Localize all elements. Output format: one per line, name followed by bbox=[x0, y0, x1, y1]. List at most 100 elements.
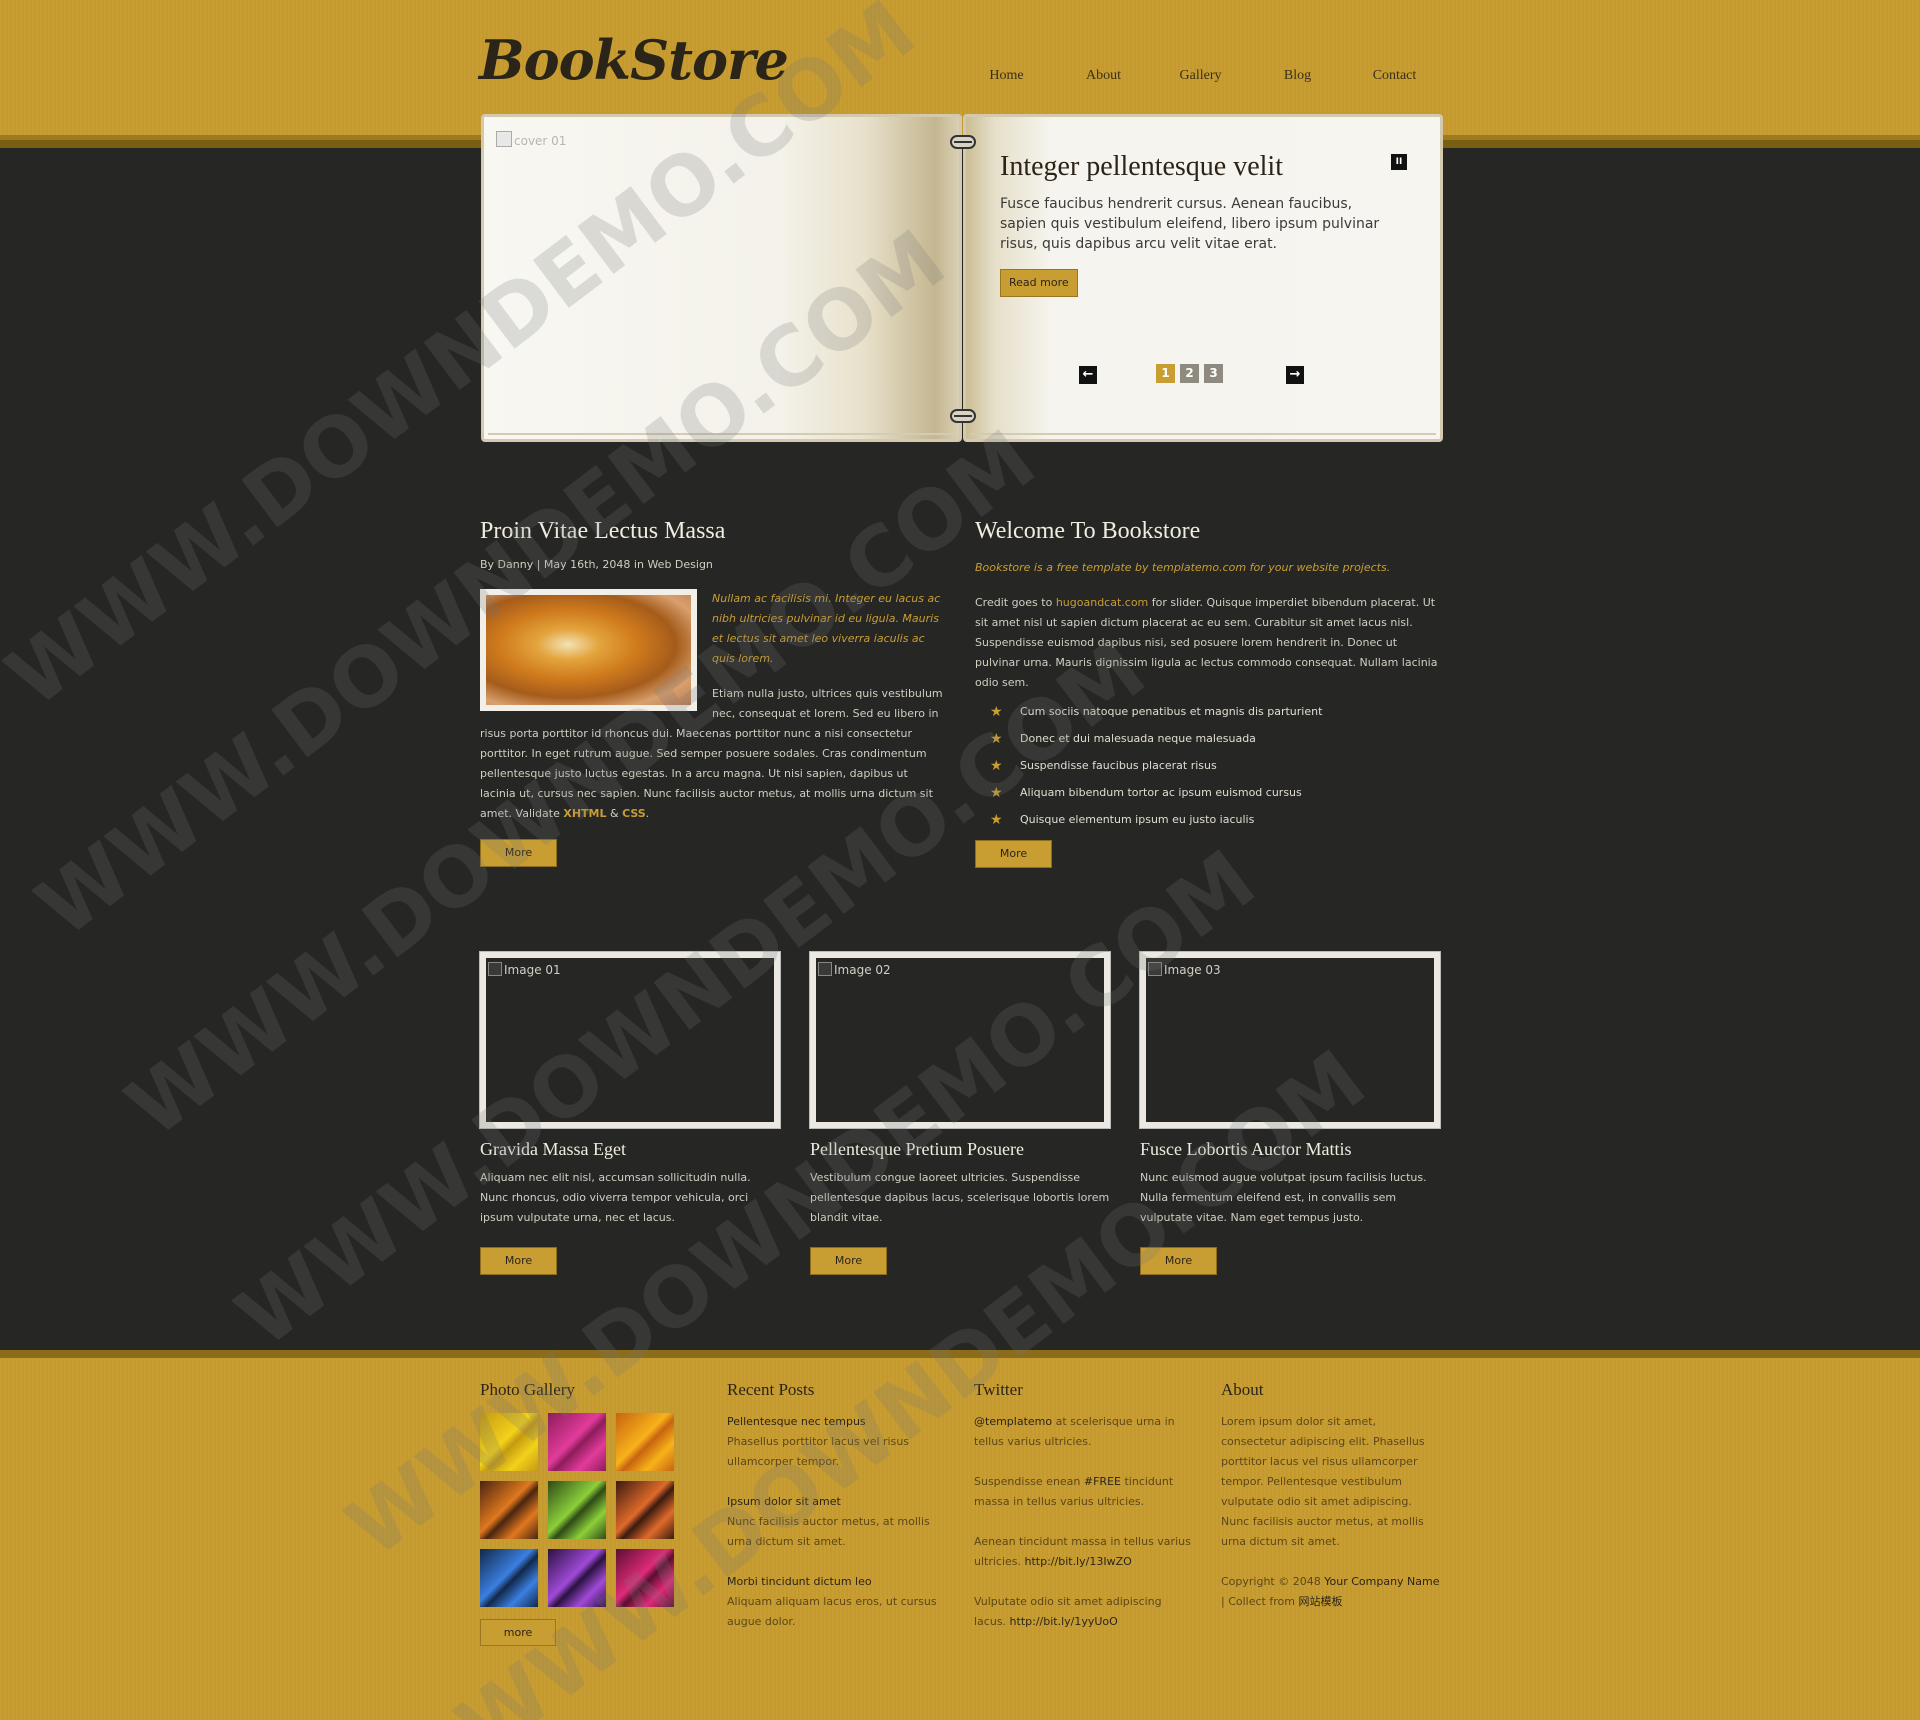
footer-gallery-title: Photo Gallery bbox=[480, 1380, 575, 1399]
gallery-thumbnail[interactable] bbox=[548, 1481, 606, 1539]
card-image[interactable]: Image 01 bbox=[480, 952, 780, 1128]
pager-page-3[interactable]: 3 bbox=[1204, 364, 1223, 383]
recent-post: Ipsum dolor sit amet Nunc facilisis auct… bbox=[727, 1492, 947, 1552]
main-nav: Home About Gallery Blog Contact bbox=[958, 68, 1443, 84]
list-item-text: Quisque elementum ipsum eu justo iaculis bbox=[1020, 813, 1255, 826]
recent-post-title[interactable]: Pellentesque nec tempus bbox=[727, 1412, 947, 1432]
tweet-link[interactable]: @templatemo bbox=[974, 1415, 1052, 1428]
slide-title: Integer pellentesque velit bbox=[1000, 151, 1283, 182]
next-arrow-icon[interactable]: → bbox=[1286, 366, 1304, 384]
gallery-thumbnail[interactable] bbox=[616, 1481, 674, 1539]
pager-page-2[interactable]: 2 bbox=[1180, 364, 1199, 383]
star-icon: ★ bbox=[990, 731, 1003, 747]
footer bbox=[0, 1350, 1920, 1720]
post-title: Proin Vitae Lectus Massa bbox=[480, 518, 726, 544]
company-link[interactable]: Your Company Name bbox=[1324, 1575, 1439, 1588]
gallery-card: Image 03 Fusce Lobortis Auctor Mattis Nu… bbox=[1140, 952, 1440, 1275]
post-section: Proin Vitae Lectus Massa By Danny | May … bbox=[480, 518, 945, 867]
slider-left-page: cover 01 bbox=[481, 114, 962, 442]
recent-post-text: Aliquam aliquam lacus eros, ut cursus au… bbox=[727, 1595, 937, 1628]
nav-home[interactable]: Home bbox=[958, 68, 1055, 84]
site-logo[interactable]: BookStore bbox=[479, 28, 789, 92]
list-item-text: Aliquam bibendum tortor ac ipsum euismod… bbox=[1020, 786, 1302, 799]
welcome-more-button[interactable]: More bbox=[975, 840, 1052, 868]
read-more-button[interactable]: Read more bbox=[1000, 269, 1078, 297]
star-icon: ★ bbox=[990, 758, 1003, 774]
welcome-title: Welcome To Bookstore bbox=[975, 518, 1201, 544]
about-title: About bbox=[1221, 1380, 1264, 1399]
list-item: ★ Aliquam bibendum tortor ac ipsum euismo… bbox=[975, 782, 1440, 809]
footer-recent-posts: Recent Posts Pellentesque nec tempus Pha… bbox=[727, 1380, 947, 1632]
pager-page-1[interactable]: 1 bbox=[1156, 364, 1175, 383]
recent-post-text: Phasellus porttitor lacus vel risus ulla… bbox=[727, 1435, 910, 1468]
nav-blog[interactable]: Blog bbox=[1249, 68, 1346, 84]
slider-cover-image: cover 01 bbox=[496, 131, 566, 148]
pause-icon[interactable]: II bbox=[1391, 154, 1407, 170]
binder-ring-icon bbox=[950, 409, 976, 423]
gallery-card: Image 01 Gravida Massa Eget Aliquam nec … bbox=[480, 952, 780, 1275]
gallery-more-button[interactable]: more bbox=[480, 1619, 556, 1646]
card-more-button[interactable]: More bbox=[480, 1247, 557, 1275]
list-item-text: Donec et dui malesuada neque malesuada bbox=[1020, 732, 1256, 745]
tweet-link[interactable]: http://bit.ly/13IwZO bbox=[1025, 1555, 1132, 1568]
card-text: Nunc euismod augue volutpat ipsum facili… bbox=[1140, 1171, 1427, 1224]
card-image-alt: Image 01 bbox=[488, 962, 561, 977]
card-more-button[interactable]: More bbox=[1140, 1247, 1217, 1275]
card-image-alt: Image 02 bbox=[818, 962, 891, 977]
welcome-intro: Bookstore is a free template by template… bbox=[975, 561, 1391, 574]
tweet: Vulputate odio sit amet adipiscing lacus… bbox=[974, 1592, 1194, 1632]
nav-about[interactable]: About bbox=[1055, 68, 1152, 84]
recent-post-title[interactable]: Ipsum dolor sit amet bbox=[727, 1492, 947, 1512]
list-item: ★ Suspendisse faucibus placerat risus bbox=[975, 755, 1440, 782]
card-title: Pellentesque Pretium Posuere bbox=[810, 1139, 1024, 1159]
welcome-body-post: for slider. Quisque imperdiet bibendum p… bbox=[975, 596, 1438, 689]
welcome-body: Credit goes to hugoandcat.com for slider… bbox=[975, 593, 1440, 693]
card-text: Vestibulum congue laoreet ultricies. Sus… bbox=[810, 1171, 1110, 1224]
post-end: . bbox=[645, 807, 650, 820]
card-title: Gravida Massa Eget bbox=[480, 1139, 626, 1159]
tweet-link[interactable]: #FREE bbox=[1084, 1475, 1121, 1488]
gallery-thumbnail[interactable] bbox=[548, 1549, 606, 1607]
hugoandcat-link[interactable]: hugoandcat.com bbox=[1056, 596, 1148, 609]
post-image bbox=[480, 589, 697, 711]
tweet: @templatemo at scelerisque urna in tellu… bbox=[974, 1412, 1194, 1452]
recent-post: Pellentesque nec tempus Phasellus portti… bbox=[727, 1412, 947, 1472]
post-meta: By Danny | May 16th, 2048 in Web Design bbox=[480, 558, 713, 571]
nav-gallery[interactable]: Gallery bbox=[1152, 68, 1249, 84]
list-item: ★ Quisque elementum ipsum eu justo iaculi… bbox=[975, 809, 1440, 836]
recent-post-text: Nunc facilisis auctor metus, at mollis u… bbox=[727, 1515, 930, 1548]
prev-arrow-icon[interactable]: ← bbox=[1079, 366, 1097, 384]
twitter-title: Twitter bbox=[974, 1380, 1023, 1399]
collect-link[interactable]: 网站模板 bbox=[1298, 1595, 1342, 1608]
gallery-thumbnail[interactable] bbox=[548, 1413, 606, 1471]
gallery-thumbnail[interactable] bbox=[616, 1549, 674, 1607]
gallery-thumbnail[interactable] bbox=[480, 1481, 538, 1539]
post-more-button[interactable]: More bbox=[480, 839, 557, 867]
list-item-text: Cum sociis natoque penatibus et magnis d… bbox=[1020, 705, 1323, 718]
gallery-thumbnail[interactable] bbox=[480, 1413, 538, 1471]
xhtml-link[interactable]: XHTML bbox=[563, 807, 606, 820]
post-content: Nullam ac facilisis mi. Integer eu lacus… bbox=[480, 589, 945, 824]
card-image[interactable]: Image 02 bbox=[810, 952, 1110, 1128]
card-text: Aliquam nec elit nisl, accumsan sollicit… bbox=[480, 1171, 751, 1224]
footer-about: About Lorem ipsum dolor sit amet, consec… bbox=[1221, 1380, 1441, 1612]
thumbnail-grid bbox=[480, 1413, 700, 1607]
about-text: Lorem ipsum dolor sit amet, consectetur … bbox=[1221, 1415, 1425, 1548]
binder-ring-icon bbox=[950, 135, 976, 149]
star-icon: ★ bbox=[990, 785, 1003, 801]
card-more-button[interactable]: More bbox=[810, 1247, 887, 1275]
copyright: Copyright © 2048 Your Company Name | Col… bbox=[1221, 1572, 1441, 1612]
feature-list: ★ Cum sociis natoque penatibus et magnis … bbox=[975, 701, 1440, 836]
gallery-thumbnail[interactable] bbox=[480, 1549, 538, 1607]
recent-post-title[interactable]: Morbi tincidunt dictum leo bbox=[727, 1572, 947, 1592]
card-image[interactable]: Image 03 bbox=[1140, 952, 1440, 1128]
tweet-link[interactable]: http://bit.ly/1yyUoO bbox=[1010, 1615, 1118, 1628]
copyright-sep: | Collect from bbox=[1221, 1595, 1299, 1608]
list-item: ★ Cum sociis natoque penatibus et magnis … bbox=[975, 701, 1440, 728]
footer-twitter: Twitter @templatemo at scelerisque urna … bbox=[974, 1380, 1194, 1632]
list-item: ★ Donec et dui malesuada neque malesuada bbox=[975, 728, 1440, 755]
star-icon: ★ bbox=[990, 704, 1003, 720]
gallery-thumbnail[interactable] bbox=[616, 1413, 674, 1471]
css-link[interactable]: CSS bbox=[622, 807, 646, 820]
nav-contact[interactable]: Contact bbox=[1346, 68, 1443, 84]
